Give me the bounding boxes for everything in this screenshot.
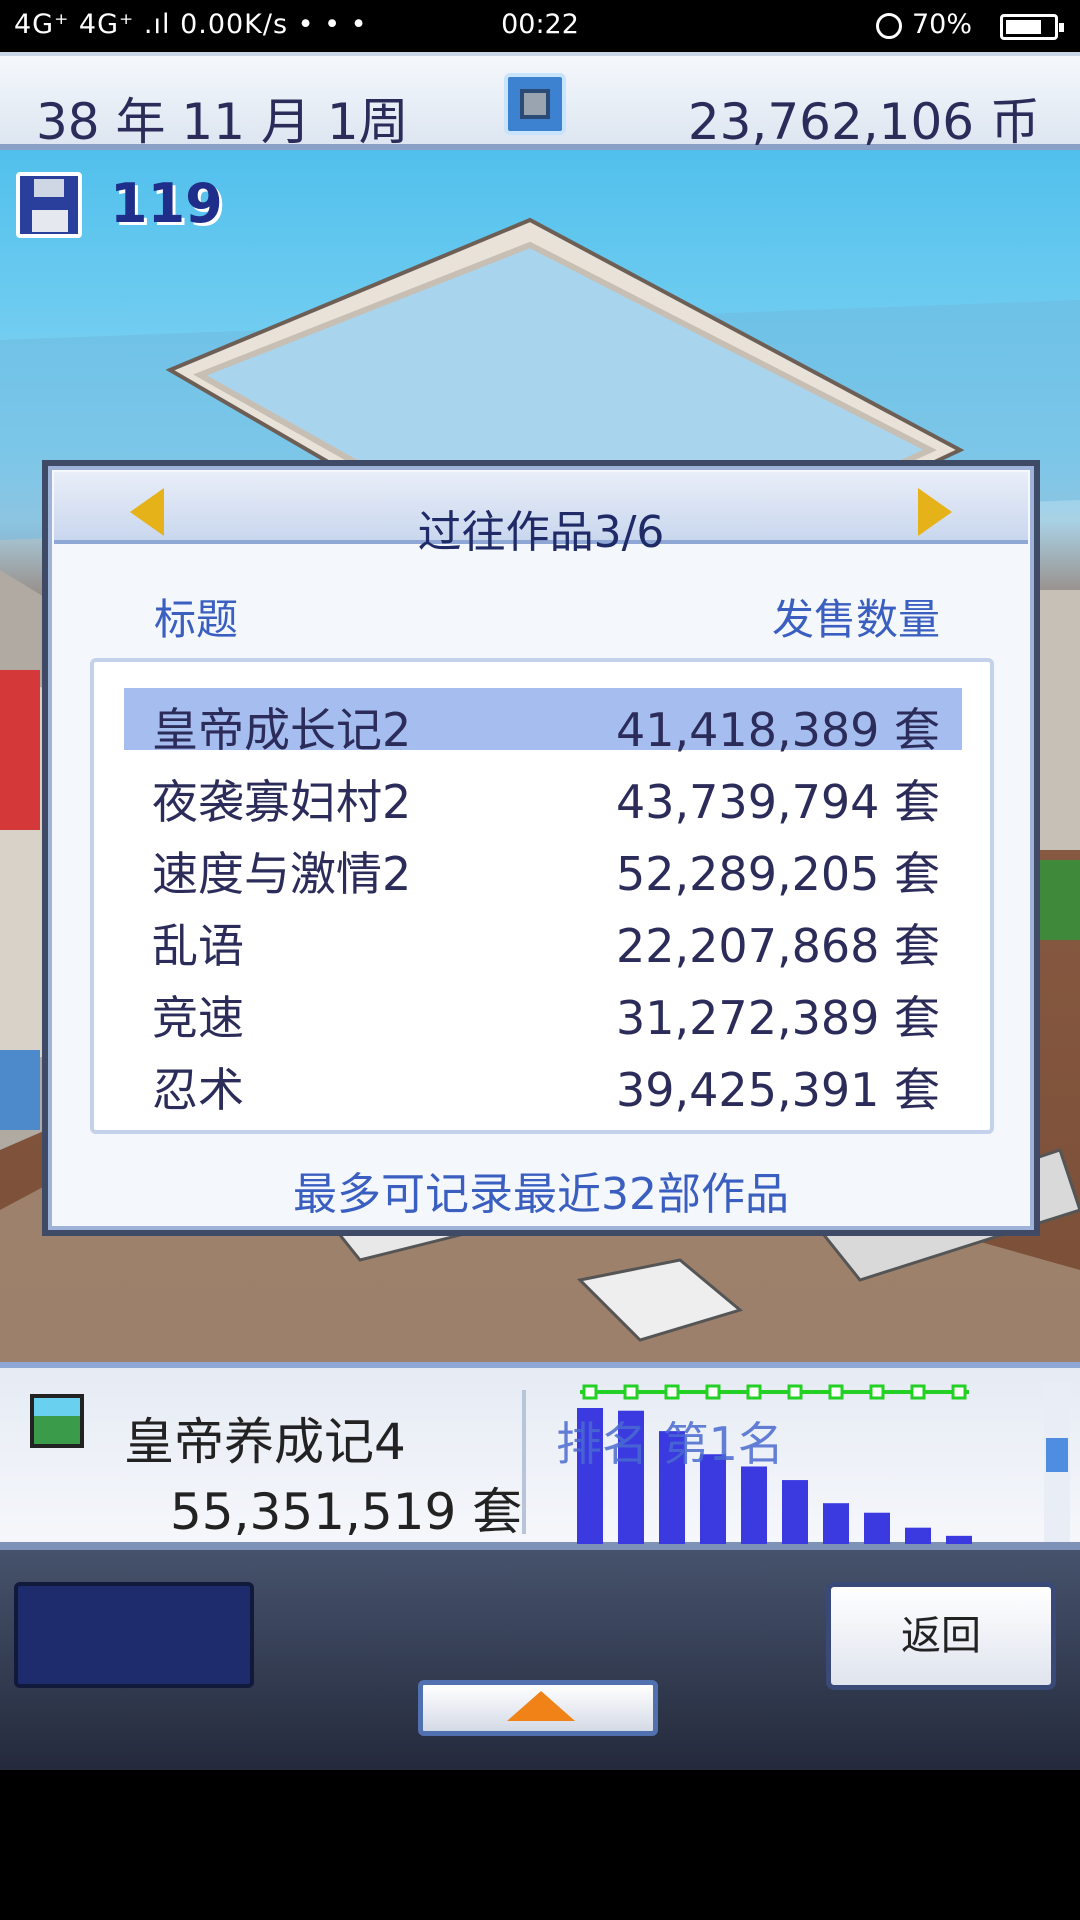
past-works-dialog: 过往作品3/6 标题 发售数量 皇帝成长记2 41,418,389 套 夜袭寡妇村… [42,460,1040,1236]
dialog-title: 过往作品3/6 [417,507,665,558]
floppy-disk-icon [16,172,82,238]
current-game-sales: 55,351,519 套 [170,1483,523,1541]
status-battery-text: 70% [911,9,972,40]
game-thumbnail [30,1394,84,1448]
list-item[interactable]: 速度与激情2 52,289,205 套 [124,832,962,901]
list-item[interactable]: 夜袭寡妇村2 43,739,794 套 [124,760,962,829]
top-bar: 38 年 11 月 1周 23,762,106 币 [0,52,1080,151]
list-item[interactable]: 竞速 31,272,389 套 [124,976,962,1045]
rank-marker-9 [910,1384,926,1400]
dialog-header: 过往作品3/6 [54,472,1028,558]
money-display: 23,762,106 币 [687,93,1040,151]
research-points: 119 [110,172,223,235]
rank-marker-6 [787,1384,803,1400]
rank-bar-5 [741,1466,767,1544]
list-item[interactable]: 皇帝成长记2 41,418,389 套 [124,688,962,757]
status-bar: 4G⁺ 4G⁺ .ıl 0.00K/s • • • 00:22 70% [0,0,1080,52]
scrollbar[interactable] [1044,1382,1070,1542]
rank-marker-4 [705,1384,721,1400]
game-date: 38 年 11 月 1周 [36,93,409,151]
rank-bar-6 [782,1480,808,1544]
rank-bar-7 [823,1503,849,1544]
rank-bar-10 [946,1535,972,1544]
current-game-bar: 皇帝养成记4 55,351,519 套 排名 第1名 [0,1362,1080,1550]
rank-label: 排名 第1名 [556,1417,784,1471]
rank-marker-3 [664,1384,680,1400]
list-item[interactable]: 乱语 22,207,868 套 [124,904,962,973]
column-sales-header: 发售数量 [771,595,940,644]
rank-marker-10 [951,1384,967,1400]
column-title-header: 标题 [154,595,239,644]
up-arrow-icon [507,1691,575,1721]
back-button[interactable]: 返回 [826,1582,1056,1690]
rank-marker-1 [582,1384,598,1400]
screen-bottom [0,1770,1080,1920]
battery-icon [1000,14,1064,40]
record-limit-note: 最多可记录最近32部作品 [293,1169,789,1220]
bottom-toolbar: 返回 [0,1550,1080,1770]
rank-marker-2 [623,1384,639,1400]
blank-menu-button[interactable] [14,1582,254,1688]
list-item[interactable]: 忍术 39,425,391 套 [124,1048,962,1117]
rank-marker-8 [869,1384,885,1400]
divider [522,1390,526,1534]
rank-marker-5 [746,1384,762,1400]
rank-bar-8 [864,1512,890,1544]
settings-icon[interactable] [504,73,566,135]
rank-bar-9 [905,1527,931,1544]
expand-up-button[interactable] [418,1680,658,1736]
next-page-arrow-icon[interactable] [918,488,952,536]
alarm-icon [876,13,902,39]
works-list: 皇帝成长记2 41,418,389 套 夜袭寡妇村2 43,739,794 套 速度… [90,658,994,1134]
current-game-title: 皇帝养成记4 [124,1413,406,1471]
rank-marker-7 [828,1384,844,1400]
